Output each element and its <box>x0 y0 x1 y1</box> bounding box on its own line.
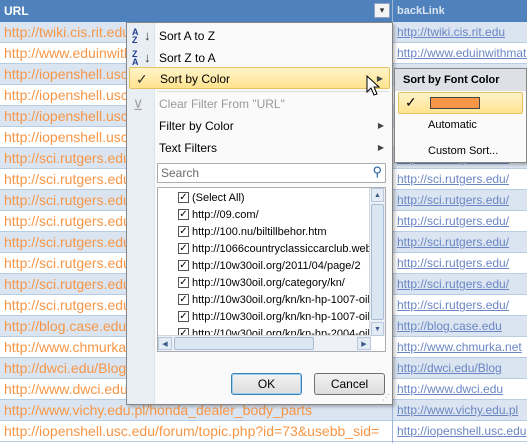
vertical-scrollbar[interactable]: ▲ ▼ <box>369 188 385 336</box>
filter-list-item-label: http://10w30oil.org/kn/kn-hp-1007-oil <box>192 294 370 306</box>
checkbox[interactable]: ✓ <box>178 311 189 322</box>
backlink-cell[interactable]: http://sci.rutgers.edu/ <box>393 295 527 316</box>
column-header-backlink[interactable]: backLink <box>393 0 527 22</box>
backlink-cell[interactable]: http://twiki.cis.rit.edu <box>393 22 527 43</box>
scroll-thumb[interactable] <box>371 204 384 320</box>
checkbox[interactable]: ✓ <box>178 243 189 254</box>
clear-filter-icon: ⊻ <box>133 97 144 113</box>
search-input[interactable]: Search ⚲ <box>157 163 386 183</box>
filter-list-item-label: http://10w30oil.org/kn/kn-hp-1007-oil <box>192 311 370 323</box>
custom-sort-item[interactable]: Custom Sort... <box>428 141 498 161</box>
submenu-header: Sort by Font Color <box>395 69 526 91</box>
backlink-cell[interactable]: http://www.eduinwithmath <box>393 43 527 64</box>
sort-ascending-icon: A Z ↓ <box>132 27 151 45</box>
checkbox[interactable]: ✓ <box>178 260 189 271</box>
backlink-cell[interactable]: http://sci.rutgers.edu/ <box>393 232 527 253</box>
backlink-cell[interactable]: http://sci.rutgers.edu/ <box>393 274 527 295</box>
backlink-cell[interactable]: http://sci.rutgers.edu/ <box>393 211 527 232</box>
sort-a-to-z-item[interactable]: A Z ↓ Sort A to Z <box>129 25 390 47</box>
backlink-cell[interactable]: http://www.chmurka.net <box>393 337 527 358</box>
chevron-right-icon: ▶ <box>377 143 384 152</box>
sort-descending-icon: Z A ↓ <box>132 49 151 67</box>
backlink-cell[interactable]: http://www.vichy.edu.pl <box>393 400 527 421</box>
sort-z-to-a-label: Sort Z to A <box>159 51 216 65</box>
filter-dropdown-button[interactable]: ▾ <box>374 3 390 18</box>
mouse-pointer-icon <box>366 75 381 96</box>
checkbox[interactable]: ✓ <box>178 192 189 203</box>
backlink-cell[interactable]: http://iopenshell.usc.edu <box>393 421 527 442</box>
horizontal-scroll-thumb[interactable] <box>174 337 314 350</box>
filter-value-list[interactable]: ✓http://10w30oil.org/kn/kn-hp-2004✓http:… <box>157 187 386 352</box>
backlink-cell[interactable]: http://sci.rutgers.edu/ <box>393 169 527 190</box>
sort-by-color-submenu: Sort by Font Color ✓ Automatic Custom So… <box>394 68 527 163</box>
backlink-cell[interactable]: http://sci.rutgers.edu/ <box>393 190 527 211</box>
column-header-url[interactable]: URL <box>0 0 392 22</box>
ok-button[interactable]: OK <box>231 373 302 395</box>
clear-filter-label: Clear Filter From "URL" <box>159 97 285 111</box>
backlink-cell[interactable]: http://www.dwci.edu <box>393 379 527 400</box>
scroll-left-icon[interactable]: ◀ <box>158 337 172 350</box>
filter-list-item-label: http://09.com/ <box>192 209 259 221</box>
text-filters-label: Text Filters <box>159 141 218 155</box>
checkmark-icon: ✓ <box>405 94 417 110</box>
backlink-cell[interactable]: http://blog.case.edu <box>393 316 527 337</box>
filter-list-item-label: http://1066countryclassiccarclub.web <box>192 243 372 255</box>
orange-font-color-item[interactable]: ✓ <box>398 92 523 114</box>
checkmark-icon: ✓ <box>136 71 148 87</box>
cancel-button[interactable]: Cancel <box>314 373 385 395</box>
filter-by-color-label: Filter by Color <box>159 119 234 133</box>
chevron-right-icon: ▶ <box>377 121 384 130</box>
resize-grip-icon[interactable]: ⋰ <box>382 393 390 402</box>
checkbox[interactable]: ✓ <box>178 277 189 288</box>
text-filters-item[interactable]: Text Filters ▶ <box>129 137 390 159</box>
sort-by-color-item[interactable]: ✓ Sort by Color ▶ <box>129 67 390 89</box>
sort-by-color-label: Sort by Color <box>160 72 231 86</box>
backlink-cell[interactable]: http://dwci.edu/Blog <box>393 358 527 379</box>
scroll-down-icon[interactable]: ▼ <box>371 322 384 336</box>
horizontal-scrollbar[interactable]: ◀ ▶ <box>158 335 371 351</box>
search-placeholder: Search <box>161 166 200 180</box>
table-row: http://iopenshell.usc.edu/forum/topic.ph… <box>0 421 527 442</box>
automatic-item[interactable]: Automatic <box>428 115 477 135</box>
filter-by-color-item[interactable]: Filter by Color ▶ <box>129 115 390 137</box>
sort-z-to-a-item[interactable]: Z A ↓ Sort Z to A <box>129 47 390 69</box>
menu-separator <box>157 91 389 92</box>
filter-list-item-label: http://10w30oil.org/2011/04/page/2 <box>192 260 361 272</box>
color-swatch <box>430 97 480 109</box>
checkbox[interactable]: ✓ <box>178 226 189 237</box>
search-icon: ⚲ <box>372 164 382 179</box>
scroll-up-icon[interactable]: ▲ <box>371 188 384 202</box>
filter-funnel-icon: ▾ <box>379 5 385 15</box>
filter-list-item-label: (Select All) <box>192 192 245 204</box>
checkbox[interactable]: ✓ <box>178 209 189 220</box>
filter-list-item-label: http://10w30oil.org/category/kn/ <box>192 277 345 289</box>
url-cell[interactable]: http://iopenshell.usc.edu/forum/topic.ph… <box>0 421 392 442</box>
header-row: URL ▾ backLink <box>0 0 527 22</box>
scroll-right-icon[interactable]: ▶ <box>357 337 371 350</box>
backlink-cell[interactable]: http://sci.rutgers.edu/ <box>393 253 527 274</box>
sort-a-to-z-label: Sort A to Z <box>159 29 216 43</box>
autofilter-menu: A Z ↓ Sort A to Z Z A ↓ Sort Z to A ✓ Sort b… <box>126 22 393 405</box>
clear-filter-item[interactable]: ⊻ Clear Filter From "URL" <box>129 93 390 115</box>
filter-list-item-label: http://100.nu/biltillbehor.htm <box>192 226 327 238</box>
checkbox[interactable]: ✓ <box>178 294 189 305</box>
